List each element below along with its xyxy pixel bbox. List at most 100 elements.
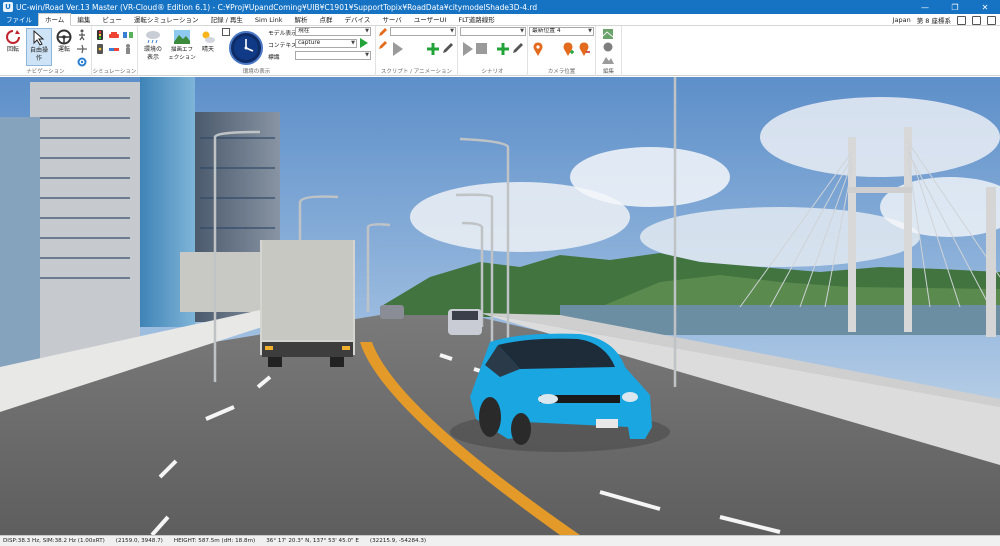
group-simulation: シミュレーション: [92, 26, 138, 76]
chevron-down-icon: ▼: [588, 28, 592, 34]
window-title: UC-win/Road Ver.13 Master (VR-Cloud® Edi…: [16, 2, 538, 12]
rotate-button[interactable]: 回転: [2, 28, 24, 54]
camera-group-label: カメラ位置: [547, 69, 576, 75]
chevron-down-icon: ▼: [351, 40, 355, 46]
camera-position-value: 最新位置 4: [532, 28, 561, 34]
pencil-icon[interactable]: [378, 40, 388, 50]
maximize-button[interactable]: ❐: [940, 0, 970, 14]
scene-render: [0, 77, 1000, 535]
rotate-icon: [4, 28, 22, 46]
person-icon[interactable]: [122, 43, 134, 55]
3d-viewport[interactable]: [0, 77, 1000, 535]
drive-label: 運転: [57, 46, 70, 53]
tab-home[interactable]: ホーム: [38, 13, 72, 26]
signal-settings-icon[interactable]: [94, 43, 106, 55]
add-camera-pin-icon[interactable]: [562, 42, 574, 56]
script-select[interactable]: ▼: [390, 27, 456, 36]
script-group-label: スクリプト / アニメーション: [380, 69, 453, 75]
model-display-label: モデル表示: [268, 31, 297, 37]
tab-device[interactable]: デバイス: [339, 14, 377, 26]
landmark-select[interactable]: ▼: [295, 51, 371, 60]
tab-record-playback[interactable]: 記録 / 再生: [205, 14, 249, 26]
stop-scenario-button[interactable]: [476, 43, 487, 54]
group-scenario: ▼ シナリオ: [458, 26, 528, 76]
rotate-label: 回転: [6, 46, 19, 53]
car-icon[interactable]: [108, 29, 120, 41]
add-script-button[interactable]: [426, 42, 440, 56]
sun-cloud-icon: [199, 28, 217, 46]
region-label: Japan: [892, 16, 911, 24]
steering-wheel-icon: [55, 28, 73, 46]
clock-icon[interactable]: [228, 30, 264, 66]
scenario-group-label: シナリオ: [481, 69, 504, 75]
weather-button[interactable]: 晴天: [198, 28, 218, 54]
group-camera-position: 最新位置 4 ▼ カメラ位置: [528, 26, 596, 76]
tab-analysis[interactable]: 解析: [289, 14, 314, 26]
environment-display-label: 環境の 表示: [143, 46, 162, 61]
menu-right: Japan 第 8 座標系: [893, 14, 996, 26]
cursor-icon: [30, 29, 48, 47]
model-icon[interactable]: [602, 41, 614, 53]
chevron-down-icon: ▼: [365, 52, 369, 58]
tab-file[interactable]: ファイル: [0, 13, 38, 26]
vehicles-icon[interactable]: [108, 43, 120, 55]
minimize-button[interactable]: —: [910, 0, 940, 14]
play-context-button[interactable]: [359, 38, 369, 48]
camera-pin-icon[interactable]: [532, 42, 544, 56]
help-icon[interactable]: [987, 15, 996, 25]
context-select[interactable]: capture ▼: [295, 39, 357, 48]
remove-camera-pin-icon[interactable]: [578, 42, 590, 56]
model-display-select[interactable]: 現在 ▼: [295, 27, 371, 36]
status-bar: DISP:38.3 Hz, SIM:38.2 Hz (1.00xRT) (215…: [0, 535, 1000, 546]
context-value: capture: [298, 40, 321, 46]
add-scenario-button[interactable]: [496, 42, 510, 56]
chevron-down-icon: ▼: [520, 28, 524, 34]
camera-position-select[interactable]: 最新位置 4 ▼: [529, 27, 594, 36]
play-scenario-button[interactable]: [462, 42, 474, 56]
scenario-select[interactable]: ▼: [460, 27, 526, 36]
weather-label: 晴天: [201, 46, 214, 53]
flow-icon[interactable]: [122, 29, 134, 41]
tab-view[interactable]: ビュー: [96, 14, 128, 26]
chevron-down-icon: ▼: [450, 28, 454, 34]
edit-scenario-icon[interactable]: [512, 42, 524, 54]
save-icon[interactable]: [957, 15, 966, 25]
cloud-rain-icon: [144, 28, 162, 46]
window-controls: — ❐ ✕: [910, 0, 1000, 14]
free-operation-label: 自由操 作: [29, 47, 48, 62]
drawing-effect-button[interactable]: 描画エフ ェクション: [168, 28, 196, 62]
group-edit: 編集: [596, 26, 622, 76]
pencil-icon[interactable]: [378, 27, 388, 37]
play-script-button[interactable]: [392, 42, 404, 56]
landscape-icon: [173, 28, 191, 46]
terrain-icon[interactable]: [602, 54, 614, 64]
drawing-effect-label: 描画エフ ェクション: [168, 47, 196, 61]
title-bar: U UC-win/Road Ver.13 Master (VR-Cloud® E…: [0, 0, 1000, 14]
close-button[interactable]: ✕: [970, 0, 1000, 14]
latlon-readout: 36° 17' 20.3" N, 137° 53' 45.0" E: [266, 538, 359, 544]
drive-button[interactable]: 運転: [54, 28, 74, 54]
tab-user-ui[interactable]: ユーザーUI: [408, 14, 453, 26]
map-icon[interactable]: [602, 28, 614, 40]
traffic-signal-icon[interactable]: [94, 29, 106, 41]
plane-icon[interactable]: [76, 43, 88, 55]
walk-icon[interactable]: [76, 29, 88, 41]
coord-readout: (32215.9, -54284.3): [369, 538, 427, 544]
coord-system-label: 第 8 座標系: [916, 17, 951, 25]
tab-sim-link[interactable]: Sim Link: [249, 14, 289, 26]
edit-group-label: 編集: [602, 69, 614, 75]
environment-display-button[interactable]: 環境の 表示: [140, 28, 166, 62]
tab-driving-simulation[interactable]: 運転シミュレーション: [128, 14, 205, 26]
edit-script-icon[interactable]: [442, 42, 454, 54]
navigation-group-label: ナビゲーション: [26, 69, 65, 75]
tab-edit[interactable]: 編集: [71, 14, 96, 26]
tab-server[interactable]: サーバ: [376, 14, 407, 26]
tab-flt-road-alignment[interactable]: FLT道路線形: [452, 14, 500, 26]
window-icon[interactable]: [972, 15, 981, 25]
fps-readout: DISP:38.3 Hz, SIM:38.2 Hz (1.00xRT): [3, 538, 105, 544]
app-icon: U: [3, 2, 13, 12]
height-readout: HEIGHT: 587.5m (dH: 18.8m): [173, 538, 256, 544]
model-display-value: 現在: [298, 28, 310, 34]
tab-point-cloud[interactable]: 点群: [314, 14, 339, 26]
free-operation-button[interactable]: 自由操 作: [26, 28, 52, 66]
